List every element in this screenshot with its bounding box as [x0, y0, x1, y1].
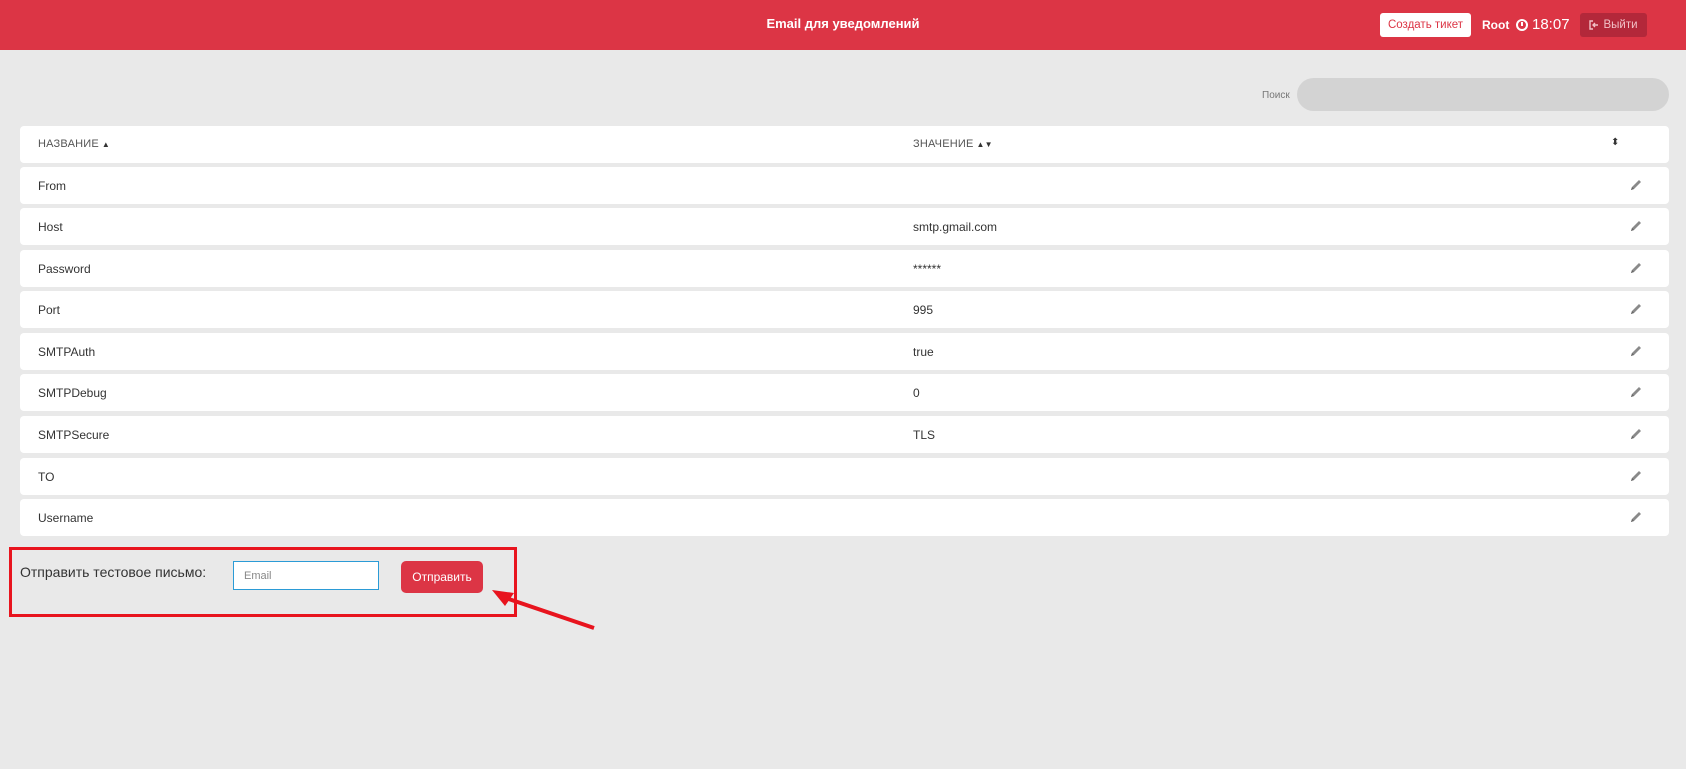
- setting-value: smtp.gmail.com: [913, 220, 998, 234]
- clock-time: 18:07: [1532, 16, 1570, 33]
- annotation-arrow: [492, 590, 595, 630]
- pencil-icon[interactable]: [1628, 468, 1644, 484]
- sort-icon: ▲▼: [976, 140, 993, 149]
- send-test-button[interactable]: Отправить: [401, 561, 483, 593]
- sort-icon[interactable]: ⬍: [1611, 137, 1619, 148]
- test-email-input[interactable]: [233, 561, 379, 590]
- user-name[interactable]: Root: [1482, 18, 1509, 32]
- pencil-icon[interactable]: [1628, 509, 1644, 525]
- table-header: НАЗВАНИЕ ▲ ЗНАЧЕНИЕ ▲▼ ⬍: [20, 126, 1669, 163]
- setting-name: Username: [38, 511, 94, 525]
- clock: 18:07: [1516, 16, 1570, 33]
- setting-value: 0: [913, 386, 920, 400]
- table-row: SMTPAuth true: [20, 333, 1669, 370]
- table-row: Host smtp.gmail.com: [20, 208, 1669, 245]
- search-input[interactable]: [1297, 78, 1669, 111]
- setting-name: SMTPSecure: [38, 428, 110, 442]
- table-row: SMTPSecure TLS: [20, 416, 1669, 453]
- pencil-icon[interactable]: [1628, 301, 1644, 317]
- column-header-name[interactable]: НАЗВАНИЕ ▲: [38, 138, 110, 150]
- table-row: TO: [20, 458, 1669, 495]
- table-row: SMTPDebug 0: [20, 374, 1669, 411]
- setting-value: 995: [913, 303, 934, 317]
- table-row: From: [20, 167, 1669, 204]
- setting-name: SMTPDebug: [38, 386, 107, 400]
- logout-button[interactable]: Выйти: [1580, 13, 1647, 37]
- clock-icon: [1516, 18, 1528, 31]
- pencil-icon[interactable]: [1628, 343, 1644, 359]
- setting-name: Password: [38, 262, 91, 276]
- table-row: Port 995: [20, 291, 1669, 328]
- logout-label: Выйти: [1603, 19, 1638, 31]
- setting-value: ******: [913, 262, 942, 276]
- sign-out-icon: [1589, 20, 1599, 30]
- setting-name: From: [38, 179, 66, 193]
- setting-name: Port: [38, 303, 61, 317]
- table-row: Password ******: [20, 250, 1669, 287]
- sort-asc-icon: ▲: [101, 140, 111, 149]
- pencil-icon[interactable]: [1628, 426, 1644, 442]
- setting-value: TLS: [913, 428, 936, 442]
- pencil-icon[interactable]: [1628, 218, 1644, 234]
- search-label: Поиск: [1262, 90, 1290, 101]
- column-header-value[interactable]: ЗНАЧЕНИЕ ▲▼: [913, 138, 993, 150]
- setting-name: TO: [38, 470, 55, 484]
- setting-value: true: [913, 345, 934, 359]
- top-bar: Email для уведомлений Создать тикет Root…: [0, 0, 1686, 50]
- pencil-icon[interactable]: [1628, 384, 1644, 400]
- pencil-icon[interactable]: [1628, 260, 1644, 276]
- setting-name: Host: [38, 220, 63, 234]
- pencil-icon[interactable]: [1628, 177, 1644, 193]
- setting-name: SMTPAuth: [38, 345, 96, 359]
- create-ticket-button[interactable]: Создать тикет: [1380, 13, 1471, 37]
- table-row: Username: [20, 499, 1669, 536]
- test-email-label: Отправить тестовое письмо:: [20, 564, 207, 580]
